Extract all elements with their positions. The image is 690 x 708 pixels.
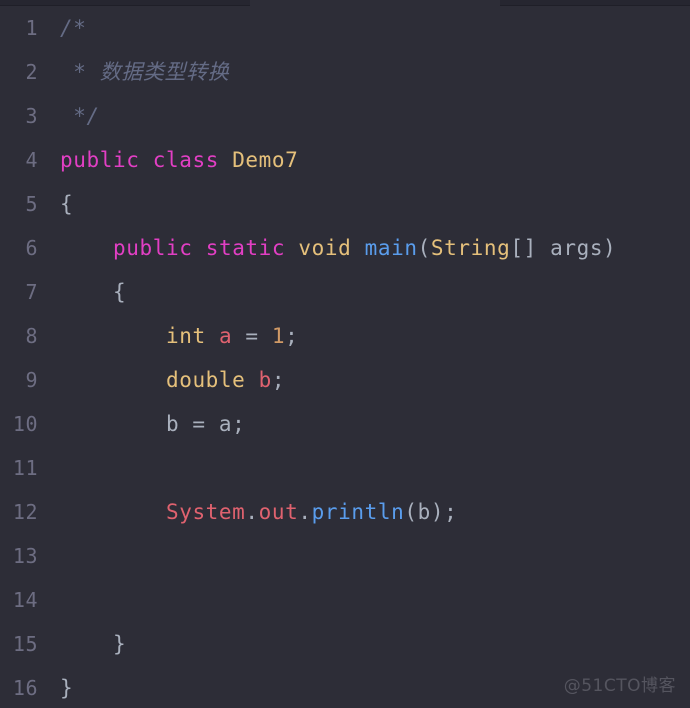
- token-comment: */: [60, 104, 100, 128]
- code-line[interactable]: 14: [0, 578, 690, 622]
- line-code: */: [60, 94, 100, 138]
- token-class: Demo7: [232, 148, 299, 172]
- line-number: 16: [12, 676, 38, 700]
- code-editor-window: 1/* 2 * 数据类型转换 3 */4 public class Demo7 5{6 …: [0, 0, 690, 708]
- watermark-text: @51CTO博客: [563, 676, 676, 696]
- token-punct: .: [245, 500, 259, 524]
- code-line[interactable]: 7 {: [0, 270, 690, 314]
- token-method: main: [364, 236, 418, 260]
- line-number: 2: [25, 60, 38, 84]
- token-keyword: public: [112, 236, 193, 260]
- token-punct: =: [232, 324, 272, 348]
- token-punct: [] args): [510, 236, 617, 260]
- line-number: 6: [25, 236, 38, 260]
- token-comment: /*: [60, 16, 87, 40]
- code-line[interactable]: 9 double b;: [0, 358, 690, 402]
- line-number: 7: [25, 280, 38, 304]
- line-number: 13: [12, 544, 38, 568]
- code-line[interactable]: 5{: [0, 182, 690, 226]
- token-punct: .: [298, 500, 312, 524]
- token-punct: {: [60, 192, 74, 216]
- code-editing-area[interactable]: 1/* 2 * 数据类型转换 3 */4 public class Demo7 5{6 …: [0, 6, 690, 708]
- line-code: {: [60, 270, 126, 314]
- token-punct: b = a;: [60, 412, 246, 436]
- code-line[interactable]: 3 */: [0, 94, 690, 138]
- line-number: 15: [12, 632, 38, 656]
- token-keyword: class: [152, 148, 219, 172]
- line-code: public static void main(String[] args): [60, 226, 616, 270]
- line-code: /*: [60, 6, 87, 50]
- code-line[interactable]: 2 * 数据类型转换: [0, 50, 690, 94]
- token-number: 1: [271, 324, 286, 348]
- code-line[interactable]: 12 System.out.println(b);: [0, 490, 690, 534]
- token-var: b: [258, 368, 272, 392]
- code-line[interactable]: 11: [0, 446, 690, 490]
- line-number: 11: [12, 456, 38, 480]
- token-punct: {: [60, 280, 127, 304]
- line-number: 9: [25, 368, 38, 392]
- line-code: }: [60, 622, 126, 666]
- line-code: System.out.println(b);: [60, 490, 457, 534]
- line-code: double b;: [60, 358, 285, 402]
- line-code: int a = 1;: [60, 314, 298, 358]
- line-number: 4: [25, 148, 38, 172]
- token-punct: ;: [285, 324, 299, 348]
- line-number: 12: [12, 500, 38, 524]
- token-keyword: public: [60, 148, 140, 172]
- token-punct: (b);: [404, 500, 458, 524]
- line-code: }: [60, 666, 73, 708]
- token-type: void: [298, 236, 352, 260]
- token-comment: * 数据类型转换: [60, 60, 230, 84]
- line-number: 14: [12, 588, 38, 612]
- line-number: 5: [25, 192, 38, 216]
- token-punct: ;: [271, 368, 286, 392]
- token-method: println: [311, 500, 405, 524]
- token-punct: (: [417, 236, 431, 260]
- line-number: 3: [25, 104, 38, 128]
- token-keyword: static: [205, 236, 286, 260]
- token-punct: }: [60, 632, 127, 656]
- token-punct: }: [60, 676, 74, 700]
- line-number: 8: [25, 324, 38, 348]
- code-line[interactable]: 4 public class Demo7: [0, 138, 690, 182]
- line-code: * 数据类型转换: [60, 50, 229, 94]
- code-line[interactable]: 15 }: [0, 622, 690, 666]
- token-type: double: [165, 368, 246, 392]
- token-type: String: [430, 236, 511, 260]
- code-line[interactable]: 1 /*: [0, 6, 690, 50]
- token-type: int: [165, 324, 206, 348]
- token-object: System: [165, 500, 246, 524]
- token-object: out: [258, 500, 299, 524]
- token-var: a: [218, 324, 233, 348]
- line-number: 10: [12, 412, 38, 436]
- code-line[interactable]: 8 int a = 1;: [0, 314, 690, 358]
- code-line[interactable]: 13: [0, 534, 690, 578]
- line-code: {: [60, 182, 73, 226]
- line-code: public class Demo7: [60, 138, 298, 182]
- code-line[interactable]: 10 b = a;: [0, 402, 690, 446]
- line-code: b = a;: [60, 402, 245, 446]
- line-number: 1: [25, 16, 38, 40]
- code-line[interactable]: 6 public static void main(String[] args): [0, 226, 690, 270]
